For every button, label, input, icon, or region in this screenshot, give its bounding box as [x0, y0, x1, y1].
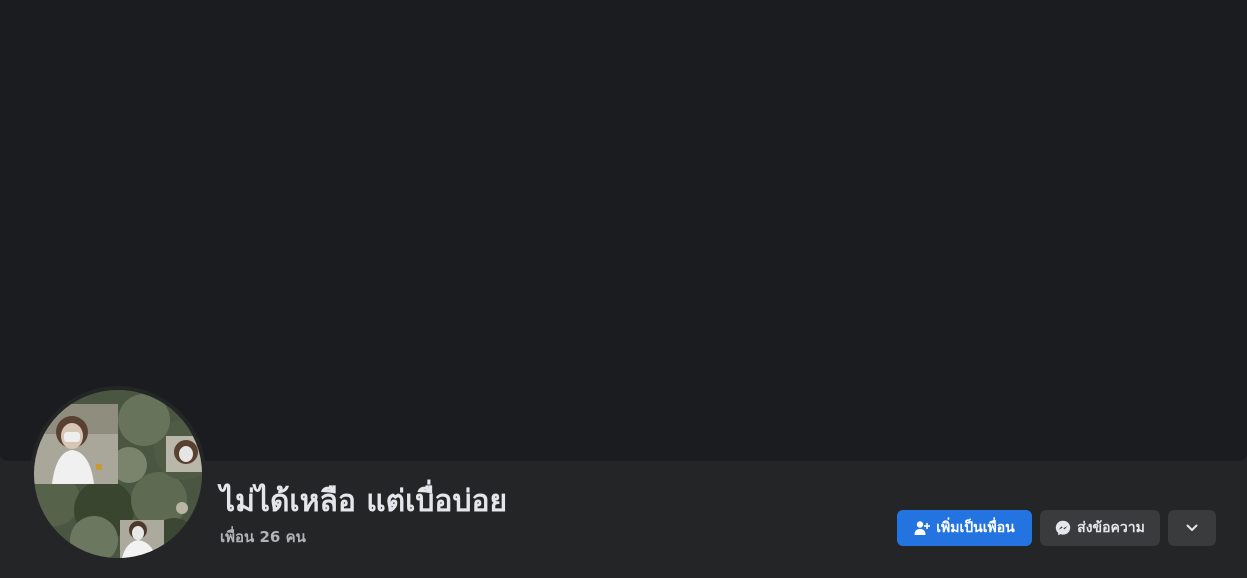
- friends-count-link[interactable]: เพื่อน 26 คน: [220, 527, 306, 547]
- profile-page: ไม่ได้เหลือ แต่เบื่อบ่อย เพื่อน 26 คน เพ…: [0, 0, 1247, 578]
- profile-avatar[interactable]: [34, 390, 202, 558]
- add-friend-button[interactable]: เพิ่มเป็นเพื่อน: [897, 510, 1032, 546]
- cover-photo[interactable]: [0, 0, 1247, 461]
- add-friend-label: เพิ่มเป็นเพื่อน: [936, 520, 1015, 536]
- chevron-down-icon: [1185, 521, 1199, 535]
- message-label: ส่งข้อความ: [1077, 520, 1145, 536]
- avatar-image: [34, 390, 202, 558]
- messenger-icon: [1055, 520, 1071, 536]
- more-options-button[interactable]: [1168, 510, 1216, 546]
- profile-name: ไม่ได้เหลือ แต่เบื่อบ่อย: [220, 484, 508, 519]
- message-button[interactable]: ส่งข้อความ: [1040, 510, 1160, 546]
- person-add-icon: [914, 520, 931, 536]
